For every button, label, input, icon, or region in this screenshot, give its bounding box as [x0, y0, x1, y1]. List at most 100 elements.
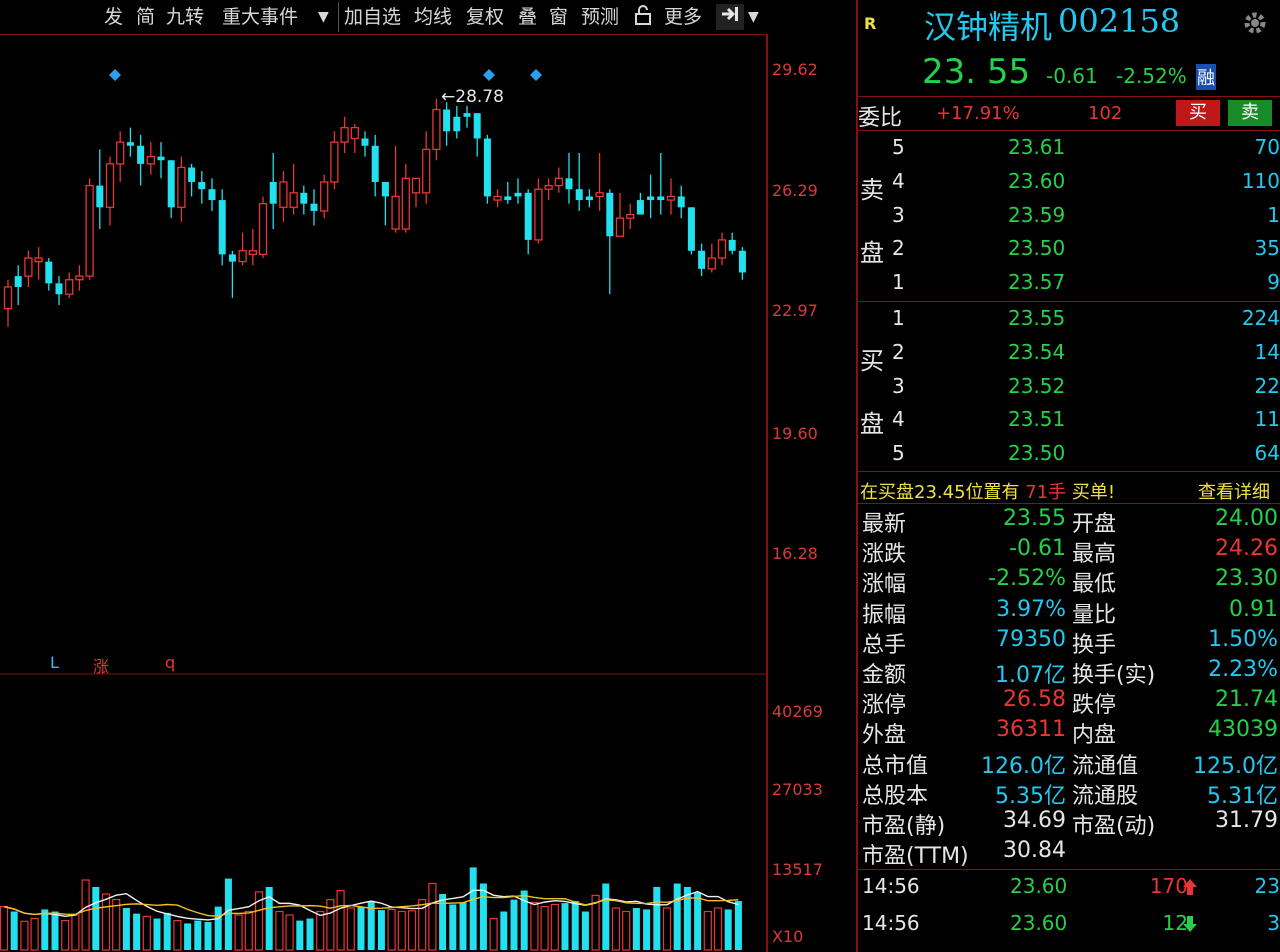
stat-value: 126.0亿: [981, 753, 1066, 779]
order-volume: 64: [1254, 441, 1280, 466]
candle-body: [279, 181, 288, 208]
marker-q[interactable]: q: [165, 653, 175, 672]
candle-body: [105, 163, 115, 208]
candle-body: [493, 195, 502, 201]
stat-value: 2.23%: [1208, 657, 1278, 682]
volume-bar: [622, 910, 631, 951]
candle-body: [504, 196, 512, 201]
volume-bar: [285, 914, 294, 951]
stat-label: 流通股: [1072, 783, 1139, 809]
order-price: 23.61: [1008, 135, 1066, 159]
divider: [858, 869, 1280, 870]
buy-order-row[interactable]: 1 23.55 224: [858, 302, 1280, 335]
toolbar-fa[interactable]: 发: [104, 4, 123, 30]
candle-body: [698, 250, 706, 269]
buy-button[interactable]: 买: [1176, 100, 1220, 126]
volume-bar: [357, 906, 365, 950]
sell-button[interactable]: 卖: [1228, 100, 1272, 126]
candle-body: [606, 192, 614, 237]
candle-body: [228, 254, 236, 262]
stat-value: 34.69: [1003, 808, 1066, 833]
view-details-link[interactable]: 查看详细: [1198, 478, 1270, 504]
toolbar-jiuzhuan[interactable]: 九转: [166, 4, 204, 30]
volume-bar: [703, 910, 712, 951]
candle-body: [391, 195, 400, 230]
chart-toolbar: 发 简 九转 重大事件 ▼ 加自选 均线 复权 叠 窗 预测 更多 ▼: [0, 0, 768, 35]
sell-order-row[interactable]: 4 23.60 110: [858, 165, 1280, 198]
gear-icon[interactable]: [1242, 10, 1268, 40]
order-notice[interactable]: 在买盘23.45位置有 71手 买单!: [860, 478, 1115, 504]
sell-order-row[interactable]: 5 23.61 70: [858, 131, 1280, 164]
buy-order-row[interactable]: 2 23.54 14: [858, 336, 1280, 369]
volume-bar: [20, 920, 29, 951]
toolbar-add-watchlist[interactable]: 加自选: [344, 4, 401, 30]
candle-body: [137, 145, 145, 164]
toolbar-adjust[interactable]: 复权: [466, 4, 504, 30]
sell-order-row[interactable]: 3 23.59 1: [858, 199, 1280, 232]
event-diamond-icon: [530, 69, 542, 81]
high-price-value: 28.78: [455, 87, 504, 107]
stat-label: 涨跌: [862, 542, 907, 568]
candle-body: [463, 113, 471, 117]
more-dropdown-icon[interactable]: ▼: [748, 4, 759, 30]
volume-bar: [163, 912, 171, 950]
volume-bar: [306, 918, 314, 950]
candle-body: [96, 185, 104, 208]
stat-value: 3.97%: [996, 596, 1066, 622]
candle-body: [411, 177, 421, 194]
order-level: 2: [892, 339, 905, 364]
tick-row[interactable]: 14:56 23.60 12 3: [858, 911, 1280, 943]
buy-order-row[interactable]: 5 23.50 64: [858, 437, 1280, 470]
major-events-dropdown-icon[interactable]: ▼: [318, 4, 329, 30]
price-axis-label: 22.97: [772, 301, 818, 320]
marker-L[interactable]: L: [50, 653, 59, 672]
order-level: 4: [892, 168, 905, 193]
stat-value: 23.30: [1215, 566, 1278, 592]
order-volume: 35: [1254, 236, 1280, 261]
volume-bar: [377, 910, 385, 950]
volume-bar: [133, 913, 141, 950]
volume-bar: [142, 915, 151, 951]
marker-zhang[interactable]: 涨: [93, 653, 109, 677]
candle-body: [218, 200, 226, 255]
volume-bar: [51, 911, 59, 950]
order-volume: 22: [1254, 373, 1280, 398]
toolbar-window[interactable]: 窗: [549, 4, 568, 30]
sell-order-row[interactable]: 1 23.57 9: [858, 266, 1280, 299]
order-price: 23.57: [1008, 270, 1066, 295]
volume-bar: [713, 907, 723, 951]
toolbar-forecast[interactable]: 预测: [581, 4, 619, 30]
volume-bar: [510, 899, 518, 950]
lock-icon[interactable]: [634, 4, 652, 30]
stat-label: 换手: [1072, 632, 1117, 658]
candle-body: [188, 167, 196, 182]
kline-chart[interactable]: [0, 34, 768, 952]
tick-row[interactable]: 14:56 23.60 170 23: [858, 874, 1280, 906]
order-level: 4: [892, 407, 905, 432]
order-volume: 70: [1254, 135, 1280, 159]
sell-order-row[interactable]: 2 23.50 35: [858, 232, 1280, 265]
buy-order-row[interactable]: 4 23.51 11: [858, 403, 1280, 436]
candle-body: [350, 127, 359, 140]
stat-label: 市盈(静): [862, 814, 946, 839]
stat-label: 涨幅: [862, 572, 907, 598]
volume-bar: [346, 907, 355, 951]
candle-body: [340, 127, 349, 143]
volume-bar: [571, 901, 579, 950]
exit-icon[interactable]: [716, 4, 744, 30]
toolbar-major-events[interactable]: 重大事件: [222, 4, 298, 30]
toolbar-more[interactable]: 更多: [664, 4, 702, 30]
toolbar-jian[interactable]: 简: [136, 4, 155, 30]
notice-prefix: 在买盘23.45位置有: [860, 482, 1020, 503]
weibi-value: +17.91%: [936, 103, 1020, 124]
volume-bar: [449, 904, 457, 950]
toolbar-moving-average[interactable]: 均线: [414, 4, 452, 30]
volume-bar: [204, 922, 212, 950]
stat-label: 跌停: [1072, 693, 1117, 719]
candle-body: [330, 141, 339, 183]
down-arrow-icon: [1183, 916, 1197, 932]
order-price: 23.52: [1008, 373, 1066, 398]
toolbar-overlay[interactable]: 叠: [518, 4, 537, 30]
order-level: 1: [892, 270, 905, 295]
buy-order-row[interactable]: 3 23.52 22: [858, 370, 1280, 403]
